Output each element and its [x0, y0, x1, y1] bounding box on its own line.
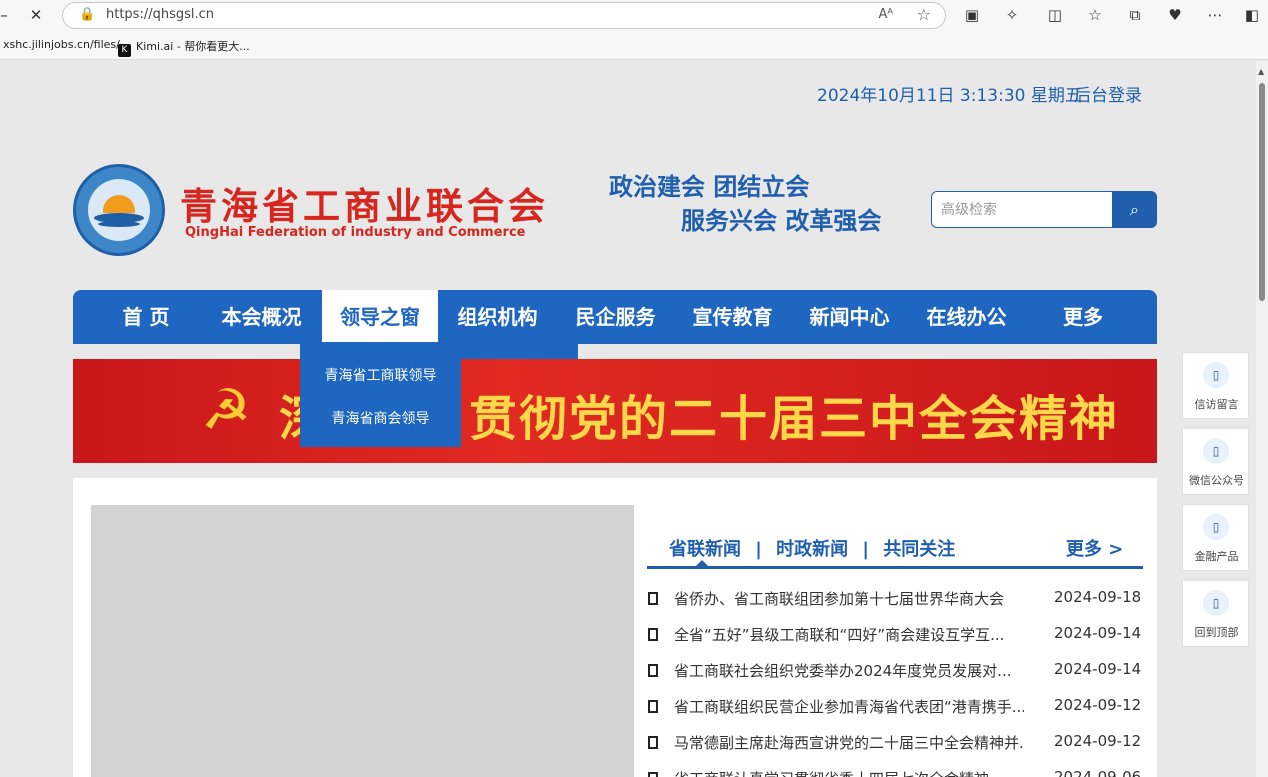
nav-organization[interactable]: 组织机构 — [445, 290, 550, 344]
side-btn-label: 信访留言 — [1194, 398, 1239, 411]
news-title[interactable]: 省工商联社会组织党委举办2024年度党员发展对... — [674, 660, 1024, 681]
admin-login-link[interactable]: 后台登录 — [1074, 81, 1142, 106]
nav-submenu-strip — [461, 344, 578, 359]
side-btn-back-to-top[interactable]: ▯ 回到顶部 — [1182, 580, 1249, 647]
workspaces-icon[interactable]: ▣ — [960, 4, 984, 26]
news-item[interactable]: 省工商联组织民营企业参加青海省代表团“港青携手... 2024-09-12 — [647, 696, 1143, 720]
page-scrollbar[interactable]: ▲ — [1256, 61, 1268, 777]
back-to-top-icon: ▯ — [1203, 590, 1229, 616]
news-date: 2024-09-06 — [1054, 768, 1142, 777]
wechat-icon: ▯ — [1203, 438, 1229, 464]
news-date: 2024-09-12 — [1054, 732, 1142, 750]
site-logo-title[interactable]: 青海省工商业联合会 — [180, 176, 549, 230]
tab-separator: | — [755, 539, 762, 560]
news-title[interactable]: 省工商联认真学习贯彻省委十四届七次全会精神 — [674, 768, 1024, 777]
news-title[interactable]: 马常德副主席赴海西宣讲党的二十届三中全会精神并... — [674, 732, 1024, 753]
search-button[interactable]: ⌕ — [1112, 191, 1157, 228]
news-item[interactable]: 省工商联社会组织党委举办2024年度党员发展对... 2024-09-14 — [647, 660, 1143, 684]
side-btn-label: 金融产品 — [1194, 550, 1239, 563]
split-screen-icon[interactable]: ◫ — [1043, 4, 1067, 26]
bookmark-kimi-label: Kimi.ai - 帮你看更大... — [136, 40, 250, 53]
news-date: 2024-09-14 — [1054, 660, 1142, 678]
news-date: 2024-09-12 — [1054, 696, 1142, 714]
bookmark-kimi[interactable]: K Kimi.ai - 帮你看更大... — [118, 38, 250, 57]
dropdown-item-chamber-leaders[interactable]: 青海省商会领导 — [300, 408, 461, 428]
news-date: 2024-09-18 — [1054, 588, 1142, 606]
minimize-icon[interactable]: – — [0, 4, 16, 26]
news-tabs: 省联新闻 | 时政新闻 | 共同关注 — [669, 535, 955, 561]
bullet-icon — [648, 772, 658, 777]
more-menu-icon[interactable]: ⋯ — [1203, 4, 1227, 26]
bookmarks-bar: xshc.jilinjobs.cn/files/ K Kimi.ai - 帮你看更… — [0, 32, 1268, 60]
content-panel: 省联新闻 | 时政新闻 | 共同关注 更多 > 省侨办、省工商联组团参加第十七届… — [73, 478, 1157, 777]
nav-online-office[interactable]: 在线办公 — [914, 290, 1019, 344]
side-btn-label: 微信公众号 — [1189, 474, 1244, 487]
news-divider — [647, 566, 1143, 569]
news-item[interactable]: 省侨办、省工商联组团参加第十七届世界华商大会 2024-09-18 — [647, 588, 1143, 612]
bullet-icon — [648, 664, 658, 677]
news-item[interactable]: 省工商联认真学习贯彻省委十四届七次全会精神 2024-09-06 — [647, 768, 1143, 777]
news-title[interactable]: 省侨办、省工商联组团参加第十七届世界华商大会 — [674, 588, 1024, 609]
party-emblem-icon: ☭ — [201, 378, 252, 443]
news-more-link[interactable]: 更多 > — [1066, 535, 1123, 561]
federation-logo-emblem[interactable] — [73, 164, 165, 256]
current-datetime: 2024年10月11日 3:13:30 星期五 — [817, 86, 1082, 106]
slogan-line-2: 服务兴会 改革强会 — [681, 207, 882, 235]
nav-enterprise-service[interactable]: 民企服务 — [563, 290, 668, 344]
nav-news-center[interactable]: 新闻中心 — [797, 290, 902, 344]
news-date: 2024-09-14 — [1054, 624, 1142, 642]
scroll-up-icon[interactable]: ▲ — [1258, 67, 1264, 76]
search-box: ⌕ — [931, 191, 1157, 228]
bullet-icon — [648, 592, 658, 605]
favorites-icon[interactable]: ☆ — [1083, 4, 1107, 26]
bullet-icon — [648, 700, 658, 713]
kimi-logo-icon: K — [118, 44, 131, 57]
scrollbar-thumb[interactable] — [1259, 83, 1265, 301]
side-btn-label: 回到顶部 — [1194, 626, 1239, 639]
message-icon: ▯ — [1203, 362, 1229, 388]
collections-icon[interactable]: ⧉ — [1123, 4, 1147, 26]
performance-icon[interactable]: ♥ — [1163, 4, 1187, 26]
tab-separator: | — [862, 539, 869, 560]
address-bar[interactable]: 🔒 https://qhsgsl.cn Aᴬ ☆ — [62, 2, 946, 29]
news-carousel-image[interactable] — [91, 505, 634, 777]
banner[interactable]: ☭ 深贯彻党的二十届三中全会精神 — [73, 359, 1157, 463]
side-btn-wechat[interactable]: ▯ 微信公众号 — [1182, 428, 1249, 495]
search-icon: ⌕ — [1130, 199, 1139, 219]
read-aloud-icon[interactable]: Aᴬ — [879, 7, 894, 22]
news-title[interactable]: 全省“五好”县级工商联和“四好”商会建设互学互... — [674, 624, 1024, 645]
nav-home[interactable]: 首 页 — [96, 290, 196, 344]
browser-toolbar: – ✕ 🔒 https://qhsgsl.cn Aᴬ ☆ ▣ ✧ ◫ ☆ ⧉ ♥… — [0, 0, 1268, 32]
tab-common-focus[interactable]: 共同关注 — [883, 535, 955, 561]
lock-icon[interactable]: 🔒 — [79, 7, 95, 22]
nav-publicity[interactable]: 宣传教育 — [680, 290, 785, 344]
nav-leadership[interactable]: 领导之窗 — [322, 290, 438, 342]
bookmark-xshc[interactable]: xshc.jilinjobs.cn/files/ — [3, 38, 120, 51]
side-btn-finance[interactable]: ▯ 金融产品 — [1182, 504, 1249, 571]
main-nav: 首 页 本会概况 领导之窗 组织机构 民企服务 宣传教育 新闻中心 在线办公 更… — [73, 290, 1157, 344]
bullet-icon — [648, 628, 658, 641]
favorite-star-icon[interactable]: ☆ — [917, 5, 931, 24]
close-tab-icon[interactable]: ✕ — [24, 4, 48, 26]
nav-more[interactable]: 更多 — [1048, 290, 1118, 344]
search-input[interactable] — [931, 191, 1113, 228]
leadership-dropdown: 青海省工商联领导 青海省商会领导 — [300, 344, 461, 447]
page-viewport: 2024年10月11日 3:13:30 星期五 后台登录 青海省工商业联合会 Q… — [0, 61, 1256, 777]
sidebar-toggle-icon[interactable]: ◧ — [1240, 4, 1264, 26]
tab-provincial-news[interactable]: 省联新闻 — [669, 535, 741, 561]
tab-political-news[interactable]: 时政新闻 — [776, 535, 848, 561]
nav-about[interactable]: 本会概况 — [209, 290, 314, 344]
finance-icon: ▯ — [1203, 514, 1229, 540]
news-title[interactable]: 省工商联组织民营企业参加青海省代表团“港青携手... — [674, 696, 1024, 717]
site-logo-subtitle: QingHai Federation of industry and Comme… — [185, 225, 526, 240]
news-item[interactable]: 马常德副主席赴海西宣讲党的二十届三中全会精神并... 2024-09-12 — [647, 732, 1143, 756]
bullet-icon — [648, 736, 658, 749]
slogan-line-1: 政治建会 团结立会 — [609, 173, 810, 201]
news-item[interactable]: 全省“五好”县级工商联和“四好”商会建设互学互... 2024-09-14 — [647, 624, 1143, 648]
dropdown-item-federation-leaders[interactable]: 青海省工商联领导 — [300, 365, 461, 385]
side-btn-petition[interactable]: ▯ 信访留言 — [1182, 352, 1249, 419]
extensions-icon[interactable]: ✧ — [1000, 4, 1024, 26]
url-text[interactable]: https://qhsgsl.cn — [106, 7, 214, 22]
